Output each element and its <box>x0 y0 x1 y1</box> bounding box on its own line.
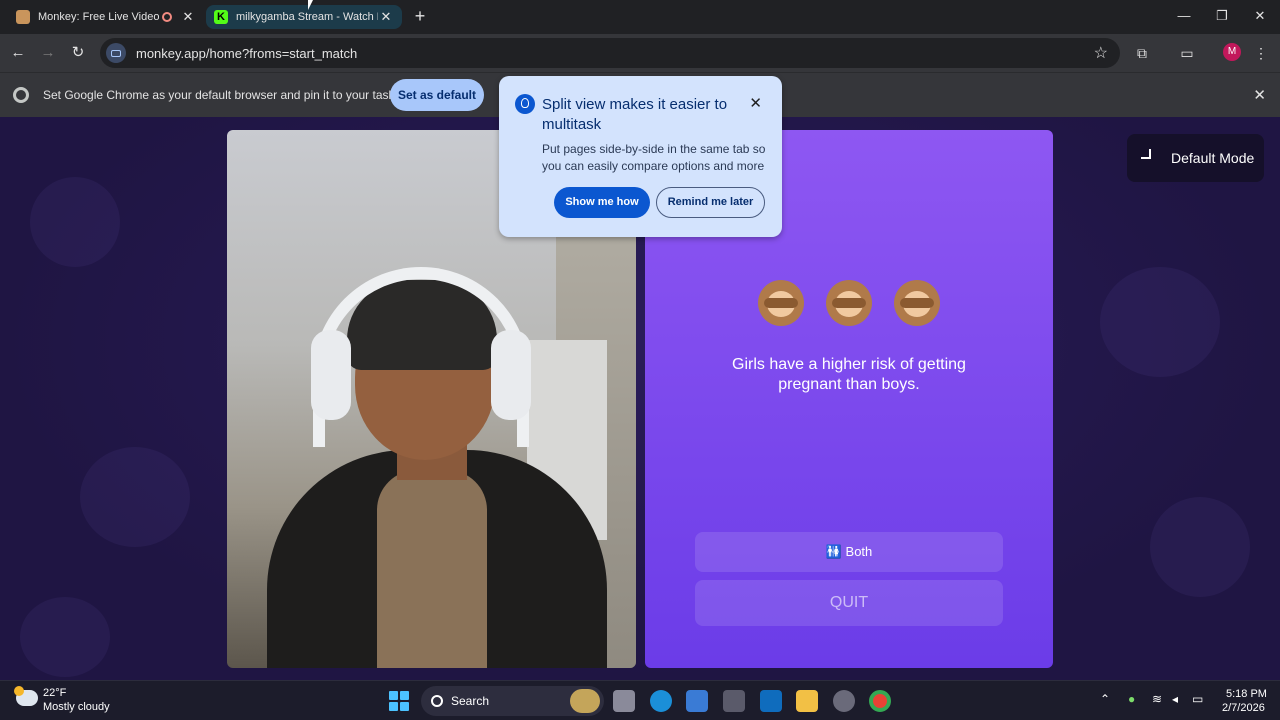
clock-time[interactable]: 5:18 PM <box>1226 688 1267 700</box>
see-no-evil-monkey-icon <box>826 280 872 326</box>
tab-milkygamba[interactable]: K milkygamba Stream - Watch Liv ✕ <box>206 5 402 29</box>
mode-label: Default Mode <box>1171 150 1255 166</box>
chrome-taskbar-icon[interactable] <box>869 690 891 712</box>
extensions-icon[interactable]: ⧉ <box>1133 44 1151 62</box>
chrome-icon <box>13 87 29 103</box>
search-highlight-icon <box>570 689 600 713</box>
popup-title: Split view makes it easier to multitask <box>542 96 728 133</box>
minimize-button[interactable]: — <box>1172 6 1196 26</box>
menu-icon[interactable]: ⋮ <box>1252 44 1270 62</box>
answer-both-button[interactable]: 🚻 Both <box>695 532 1003 572</box>
store-icon[interactable] <box>686 690 708 712</box>
address-bar[interactable]: monkey.app/home?froms=start_match ☆ <box>100 38 1120 68</box>
temperature[interactable]: 22°F <box>43 687 66 699</box>
collapse-icon <box>1141 149 1159 167</box>
taskbar-search[interactable]: Search <box>421 686 604 716</box>
default-mode-button[interactable]: Default Mode <box>1127 134 1264 182</box>
clock-date[interactable]: 2/7/2026 <box>1222 702 1265 714</box>
monkey-favicon-icon <box>16 10 30 24</box>
snipping-tool-icon[interactable] <box>833 690 855 712</box>
show-me-how-button[interactable]: Show me how <box>554 187 650 218</box>
weather-condition[interactable]: Mostly cloudy <box>43 701 110 713</box>
profile-avatar[interactable]: M <box>1223 43 1241 61</box>
kick-favicon-icon: K <box>214 10 228 24</box>
file-explorer-icon[interactable] <box>796 690 818 712</box>
wifi-icon[interactable]: ≋ <box>1152 692 1162 706</box>
back-button[interactable]: ← <box>8 43 28 63</box>
show-hidden-icons[interactable]: ⌃ <box>1100 692 1110 706</box>
close-window-button[interactable]: ✕ <box>1248 6 1272 26</box>
mouse-cursor-icon <box>308 0 313 10</box>
site-info-icon[interactable] <box>106 43 126 63</box>
edge-icon[interactable] <box>650 690 672 712</box>
battery-icon[interactable]: ▭ <box>1192 692 1203 706</box>
windows-taskbar: 22°F Mostly cloudy Search ⌃ ● ≋ ◂ ▭ 5:18… <box>0 680 1280 720</box>
browser-toolbar: ← → ↻ monkey.app/home?froms=start_match … <box>0 34 1280 72</box>
start-button[interactable] <box>389 691 409 711</box>
weather-icon[interactable] <box>14 686 38 706</box>
set-as-default-button[interactable]: Set as default <box>390 79 484 111</box>
bookmark-star-icon[interactable]: ☆ <box>1094 43 1108 63</box>
tab-title: milkygamba Stream - Watch Liv <box>236 11 378 23</box>
infobar-close-icon[interactable]: ✕ <box>1253 86 1266 104</box>
search-icon <box>431 695 443 707</box>
reload-button[interactable]: ↻ <box>68 43 88 63</box>
speak-no-evil-monkey-icon <box>758 280 804 326</box>
app-icon[interactable] <box>723 690 745 712</box>
tab-close-icon[interactable]: ✕ <box>378 9 394 25</box>
split-view-popup: Split view makes it easier to multitask … <box>499 76 782 237</box>
tab-monkey[interactable]: Monkey: Free Live Video Ch ✕ <box>8 4 204 30</box>
quit-button[interactable]: QUIT <box>695 580 1003 626</box>
tab-close-icon[interactable]: ✕ <box>180 9 196 25</box>
media-icon[interactable]: ▭ <box>1178 44 1196 62</box>
lightbulb-icon <box>515 94 535 114</box>
popup-close-icon[interactable]: ✕ <box>749 94 762 112</box>
microphone-icon[interactable]: ● <box>1128 692 1135 706</box>
infobar-text: Set Google Chrome as your default browse… <box>43 88 412 102</box>
url-text[interactable]: monkey.app/home?froms=start_match <box>136 46 357 61</box>
outlook-icon[interactable] <box>760 690 782 712</box>
monkey-emoji-row <box>645 280 1053 326</box>
hear-no-evil-monkey-icon <box>894 280 940 326</box>
popup-body: Put pages side-by-side in the same tab s… <box>542 142 766 173</box>
forward-button[interactable]: → <box>38 43 58 63</box>
question-statement: Girls have a higher risk of getting preg… <box>732 356 966 393</box>
search-label: Search <box>451 694 490 708</box>
remind-me-later-button[interactable]: Remind me later <box>656 187 765 218</box>
tab-title: Monkey: Free Live Video Ch <box>38 11 162 23</box>
task-view-icon[interactable] <box>613 690 635 712</box>
restore-button[interactable]: ❐ <box>1210 6 1234 26</box>
recording-icon <box>162 12 172 22</box>
volume-icon[interactable]: ◂ <box>1172 692 1178 706</box>
new-tab-button[interactable]: + <box>410 6 430 26</box>
tab-strip: Monkey: Free Live Video Ch ✕ K milkygamb… <box>0 0 1280 34</box>
